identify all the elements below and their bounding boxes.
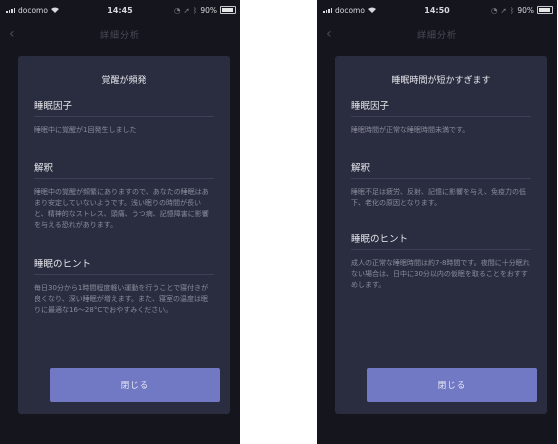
section-body: 毎日30分から1時間程度軽い運動を行うことで寝付きが良くなり、深い睡眠が増えます… <box>34 284 209 314</box>
section-body: 睡眠時間が正常な睡眠時間未満です。 <box>351 126 470 134</box>
alarm-icon: ◔ <box>173 5 181 15</box>
phone-screen-right: docomo 14:50 ◔ ➚ ᛒ 90% ‹ 詳細分析 睡眠時間が短かすぎま… <box>317 0 557 444</box>
phone-screen-left: docomo 14:45 ◔ ➚ ᛒ 90% ‹ 詳細分析 覚醒が頻発 睡眠因子… <box>0 0 240 444</box>
section-heading: 睡眠因子 <box>34 98 214 117</box>
section-heading: 睡眠のヒント <box>351 231 531 250</box>
section-sleep-hints: 睡眠のヒント 成人の正常な睡眠時間は約7-8時間です。夜間に十分眠れない場合は、… <box>351 231 531 291</box>
battery-percent: 90% <box>200 5 217 15</box>
close-button[interactable]: 閉じる <box>367 368 537 402</box>
section-heading: 解釈 <box>34 160 214 179</box>
location-icon: ➚ <box>500 5 507 15</box>
analysis-modal: 睡眠時間が短かすぎます 睡眠因子 睡眠時間が正常な睡眠時間未満です。 解釈 睡眠… <box>335 56 547 414</box>
bluetooth-icon: ᛒ <box>509 5 515 15</box>
modal-title: 睡眠時間が短かすぎます <box>391 76 491 86</box>
section-sleep-factor: 睡眠因子 睡眠中に覚醒が1回発生しました <box>34 98 214 136</box>
battery-percent: 90% <box>517 5 534 15</box>
section-sleep-hints: 睡眠のヒント 毎日30分から1時間程度軽い運動を行うことで寝付きが良くなり、深い… <box>34 256 214 316</box>
location-icon: ➚ <box>183 5 190 15</box>
section-interpretation: 解釈 睡眠中の覚醒が頻繁にありますので、あなたの睡眠はあまり安定していないようで… <box>34 160 214 231</box>
nav-title: 詳細分析 <box>99 31 140 41</box>
section-heading: 睡眠因子 <box>351 98 531 117</box>
section-heading: 睡眠のヒント <box>34 256 214 275</box>
modal-title: 覚醒が頻発 <box>101 76 147 86</box>
section-sleep-factor: 睡眠因子 睡眠時間が正常な睡眠時間未満です。 <box>351 98 531 136</box>
nav-bar: ‹ 詳細分析 <box>317 20 557 48</box>
nav-bar: ‹ 詳細分析 <box>0 20 240 48</box>
section-body: 睡眠中に覚醒が1回発生しました <box>34 126 137 134</box>
battery-icon <box>220 6 236 14</box>
section-body: 睡眠中の覚醒が頻繁にありますので、あなたの睡眠はあまり安定していないようです。浅… <box>34 188 209 229</box>
status-bar: docomo 14:50 ◔ ➚ ᛒ 90% <box>317 0 557 20</box>
analysis-modal: 覚醒が頻発 睡眠因子 睡眠中に覚醒が1回発生しました 解釈 睡眠中の覚醒が頻繁に… <box>18 56 230 414</box>
section-body: 成人の正常な睡眠時間は約7-8時間です。夜間に十分眠れない場合は、日中に30分以… <box>351 259 530 289</box>
bluetooth-icon: ᛒ <box>192 5 198 15</box>
section-heading: 解釈 <box>351 160 531 179</box>
section-interpretation: 解釈 睡眠不足は疲労、反射、記憶に影響を与え、免疫力の低下、老化の原因となります… <box>351 160 531 209</box>
battery-icon <box>537 6 553 14</box>
status-bar: docomo 14:45 ◔ ➚ ᛒ 90% <box>0 0 240 20</box>
section-body: 睡眠不足は疲労、反射、記憶に影響を与え、免疫力の低下、老化の原因となります。 <box>351 188 526 207</box>
alarm-icon: ◔ <box>490 5 498 15</box>
nav-title: 詳細分析 <box>416 31 457 41</box>
close-button[interactable]: 閉じる <box>50 368 220 402</box>
